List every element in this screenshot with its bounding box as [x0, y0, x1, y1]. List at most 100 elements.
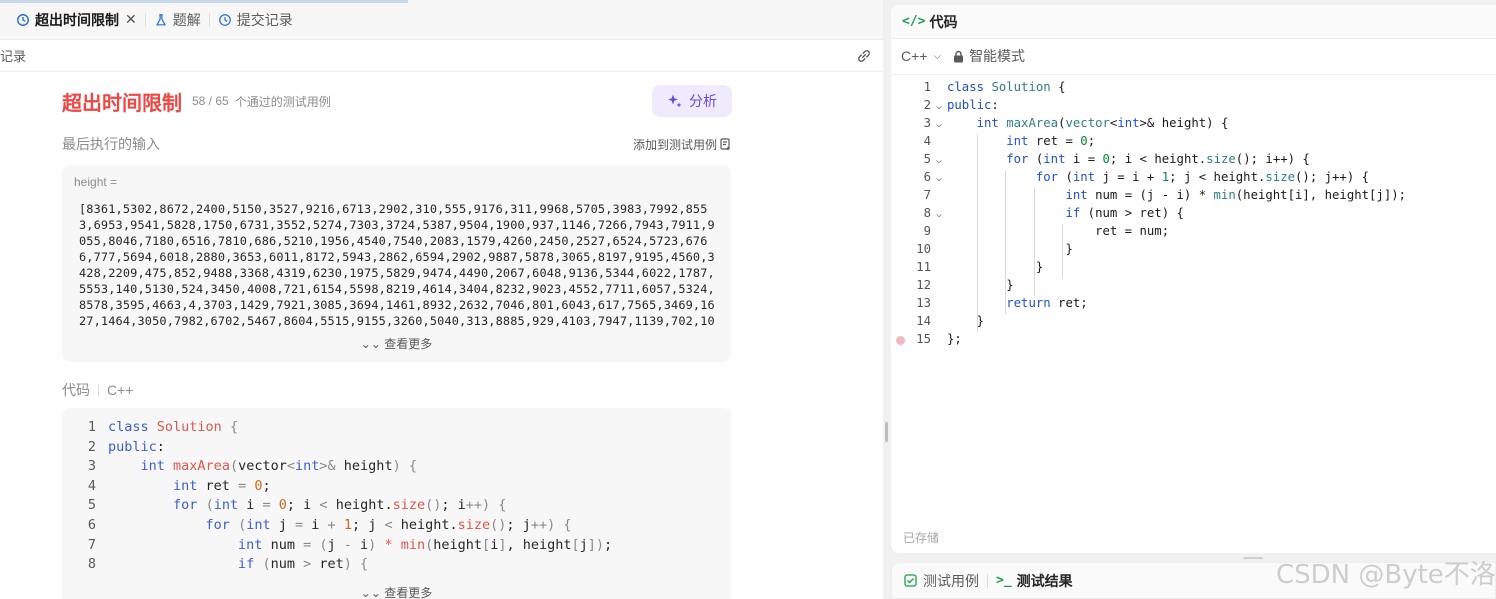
line-number: 3: [87, 458, 96, 475]
breadcrumb: 记录: [0, 40, 883, 72]
fold-chevron-icon: ⌵: [935, 155, 943, 166]
line-number: 14: [916, 314, 931, 328]
result-header: 超出时间限制 58 / 65 个通过的测试用例 分析: [62, 85, 732, 117]
code-language: C++: [107, 382, 134, 398]
code-line: 1 class Solution {: [62, 419, 238, 439]
editor-line[interactable]: 10 }: [891, 242, 1073, 260]
fold-chevron-icon: ⌵: [935, 101, 943, 112]
line-number: 5: [87, 497, 96, 514]
line-number: 10: [916, 242, 931, 256]
code-line: 4 int ret = 0;: [62, 478, 271, 498]
line-number: 4: [923, 134, 931, 148]
checkbox-icon: [904, 574, 917, 587]
show-more-code-button[interactable]: ⌄⌄ 查看更多: [62, 584, 731, 599]
tab-test-result[interactable]: >_ 测试结果: [996, 571, 1073, 591]
divider: [98, 384, 99, 396]
editor-line[interactable]: 6 ⌵ for (int j = i + 1; j < height.size()…: [891, 170, 1369, 188]
code-label: 代码: [62, 382, 90, 398]
loading-bar: [0, 0, 408, 3]
tab-solutions[interactable]: 题解: [146, 0, 209, 40]
editor-line[interactable]: 14 }: [891, 314, 984, 332]
resize-handle[interactable]: [885, 422, 888, 442]
language-select[interactable]: C++: [901, 48, 927, 64]
code-line: 3 int maxArea(vector<int>& height) {: [62, 458, 417, 478]
line-number: 1: [923, 80, 931, 94]
code-editor-panel: </> 代码 C++ ⌵ 智能模式 1 class Solution { 2 ⌵ p…: [891, 5, 1496, 553]
toolbar-divider: [891, 74, 1496, 75]
smart-mode-toggle[interactable]: 智能模式: [969, 46, 1025, 66]
sparkle-icon: [668, 94, 682, 108]
test-result-label: 测试结果: [1016, 572, 1073, 589]
input-value: [8361,5302,8672,2400,5150,3527,9216,6713…: [79, 202, 715, 328]
tab-submissions[interactable]: 提交记录: [210, 0, 301, 40]
editor-line[interactable]: 13 return ret;: [891, 296, 1088, 314]
editor-line[interactable]: 5 ⌵ for (int i = 0; i < height.size(); i+…: [891, 152, 1310, 170]
last-input-box: height = [8361,5302,8672,2400,5150,3527,…: [62, 165, 731, 362]
chevron-down-icon: ⌄⌄: [360, 337, 385, 351]
line-number: 2: [923, 98, 931, 112]
submitted-code-viewer: 1 class Solution { 2 public: 3 int maxArea…: [62, 408, 731, 599]
code-icon: </>: [902, 14, 926, 29]
analyze-button[interactable]: 分析: [652, 85, 732, 117]
show-more-input-button[interactable]: ⌄⌄ 查看更多: [62, 335, 731, 352]
line-number: 7: [87, 536, 96, 553]
line-number: 6: [87, 517, 96, 533]
editor-toolbar: C++ ⌵ 智能模式: [901, 45, 1025, 67]
code-line: 5 for (int i = 0; i < height.size(); i++…: [62, 497, 507, 517]
link-icon[interactable]: [855, 47, 873, 65]
code-line: 6 for (int j = i + 1; j < height.size();…: [62, 517, 572, 537]
editor-line[interactable]: 2 ⌵ public:: [891, 98, 999, 116]
tab-label: 超出时间限制: [35, 11, 119, 28]
tab-time-limit-exceeded[interactable]: 超出时间限制 ✕: [8, 0, 145, 40]
close-icon[interactable]: ✕: [125, 11, 137, 28]
vertical-resize-handle[interactable]: [1243, 557, 1263, 559]
chevron-down-icon[interactable]: ⌵: [933, 51, 941, 62]
passed-count: 58 / 65: [192, 94, 229, 108]
editor-line[interactable]: 3 ⌵ int maxArea(vector<int>& height) {: [891, 116, 1229, 134]
status-title: 超出时间限制: [62, 92, 182, 115]
breadcrumb-text[interactable]: 记录: [0, 46, 26, 65]
line-number: 13: [916, 296, 931, 310]
show-more-label: 查看更多: [384, 586, 433, 599]
editor-line[interactable]: 4 int ret = 0;: [891, 134, 1096, 152]
code-line: 8 if (num > ret) {: [62, 556, 368, 576]
editor-line[interactable]: 11 }: [891, 260, 1043, 278]
flask-icon: [155, 13, 166, 25]
line-number: 6: [923, 170, 931, 184]
line-number: 2: [87, 438, 96, 455]
add-file-icon: [720, 137, 730, 150]
tab-label: 题解: [172, 11, 201, 28]
terminal-icon: >_: [996, 573, 1012, 588]
editor-line[interactable]: 12 }: [891, 278, 1013, 296]
last-input-header: 最后执行的输入 添加到测试用例: [62, 134, 732, 154]
editor-header: </> 代码: [891, 5, 1496, 39]
line-number: 8: [923, 206, 931, 220]
editor-line[interactable]: 1 class Solution {: [891, 80, 1066, 98]
add-to-testcase-button[interactable]: 添加到测试用例: [633, 136, 732, 153]
editor-line[interactable]: 15 };: [891, 332, 962, 350]
submission-panel: 超出时间限制 ✕ 题解 提交记录 记录 超出时间限制 58 / 65 个通过的测…: [0, 0, 883, 599]
tab-bar: 超出时间限制 ✕ 题解 提交记录: [0, 0, 883, 40]
tab-testcase[interactable]: 测试用例: [904, 571, 979, 591]
editor-line[interactable]: 7 int num = (j - i) * min(height[i], hei…: [891, 188, 1406, 206]
fold-chevron-icon: ⌵: [935, 209, 943, 220]
line-number: 3: [923, 116, 931, 130]
input-variable-name: height =: [74, 175, 118, 189]
passed-desc: 个通过的测试用例: [234, 94, 331, 109]
line-number: 5: [923, 152, 931, 166]
code-line: 2 public:: [62, 439, 165, 459]
code-line: 7 int num = (j - i) * min(height[i], hei…: [62, 537, 612, 557]
add-to-testcase-label: 添加到测试用例: [632, 137, 717, 152]
analyze-label: 分析: [689, 93, 717, 109]
line-number: 1: [87, 419, 96, 435]
watermark: CSDN @Byte不洛: [1276, 560, 1496, 590]
tab-label: 提交记录: [236, 11, 293, 28]
testcase-label: 测试用例: [923, 572, 979, 589]
line-number: 15: [916, 332, 931, 346]
line-number: 11: [916, 260, 931, 274]
fold-chevron-icon: ⌵: [935, 119, 943, 130]
panel-resizer[interactable]: [883, 0, 891, 599]
editor-title: 代码: [929, 13, 958, 30]
editor-line[interactable]: 8 ⌵ if (num > ret) {: [891, 206, 1184, 224]
editor-line[interactable]: 9 ret = num;: [891, 224, 1170, 242]
